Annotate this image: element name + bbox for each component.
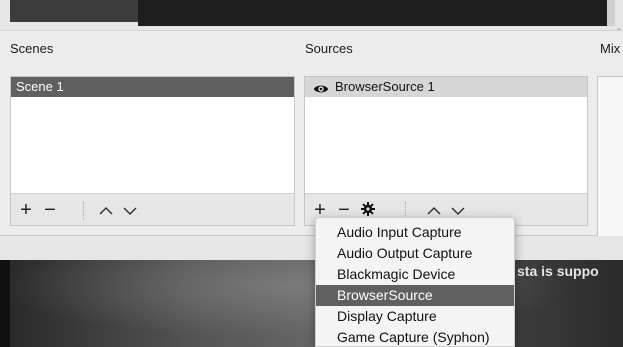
mixer-title: Mix [600,41,621,56]
chevron-up-icon [99,206,113,215]
add-source-menu[interactable]: Audio Input Capture Audio Output Capture… [315,217,515,347]
menu-item-audio-output-capture[interactable]: Audio Output Capture [316,243,514,264]
bottom-preview-area: sta is suppo [0,236,623,347]
mixer-panel[interactable] [597,76,623,256]
preview-overlay-text: sta is suppo [517,263,599,279]
move-scene-down-button[interactable] [119,198,141,222]
menu-item-display-capture[interactable]: Display Capture [316,306,514,327]
source-item-label: BrowserSource 1 [335,79,435,94]
preview-canvas [138,0,615,26]
gear-icon [361,202,375,216]
chevron-down-icon [123,207,137,216]
source-item[interactable]: BrowserSource 1 [305,77,587,97]
scenes-list[interactable]: Scene 1 + − [10,76,295,226]
preview-left-edge [0,260,10,347]
top-preview-area [0,0,623,32]
eye-icon[interactable] [313,81,329,93]
scenes-toolbar: + − [11,193,294,225]
toolbar-separator [83,202,85,220]
remove-scene-button[interactable]: − [39,198,61,222]
menu-item-browser-source[interactable]: BrowserSource [316,285,514,306]
menu-item-audio-input-capture[interactable]: Audio Input Capture [316,222,514,243]
sources-list[interactable]: BrowserSource 1 + − [304,76,588,226]
scene-item[interactable]: Scene 1 [11,77,294,97]
scenes-title: Scenes [10,41,54,56]
preview-left-block [10,0,138,22]
chevron-up-icon [427,206,441,215]
chevron-down-icon [451,207,465,216]
menu-item-game-capture-syphon[interactable]: Game Capture (Syphon) [316,327,514,346]
docks-area: Scenes Sources Mix Scene 1 + − BrowserSo… [0,30,623,256]
sources-title: Sources [305,41,353,56]
add-scene-button[interactable]: + [15,198,37,222]
move-scene-up-button[interactable] [95,198,117,222]
scene-item-label: Scene 1 [16,79,64,94]
menu-item-blackmagic-device[interactable]: Blackmagic Device [316,264,514,285]
